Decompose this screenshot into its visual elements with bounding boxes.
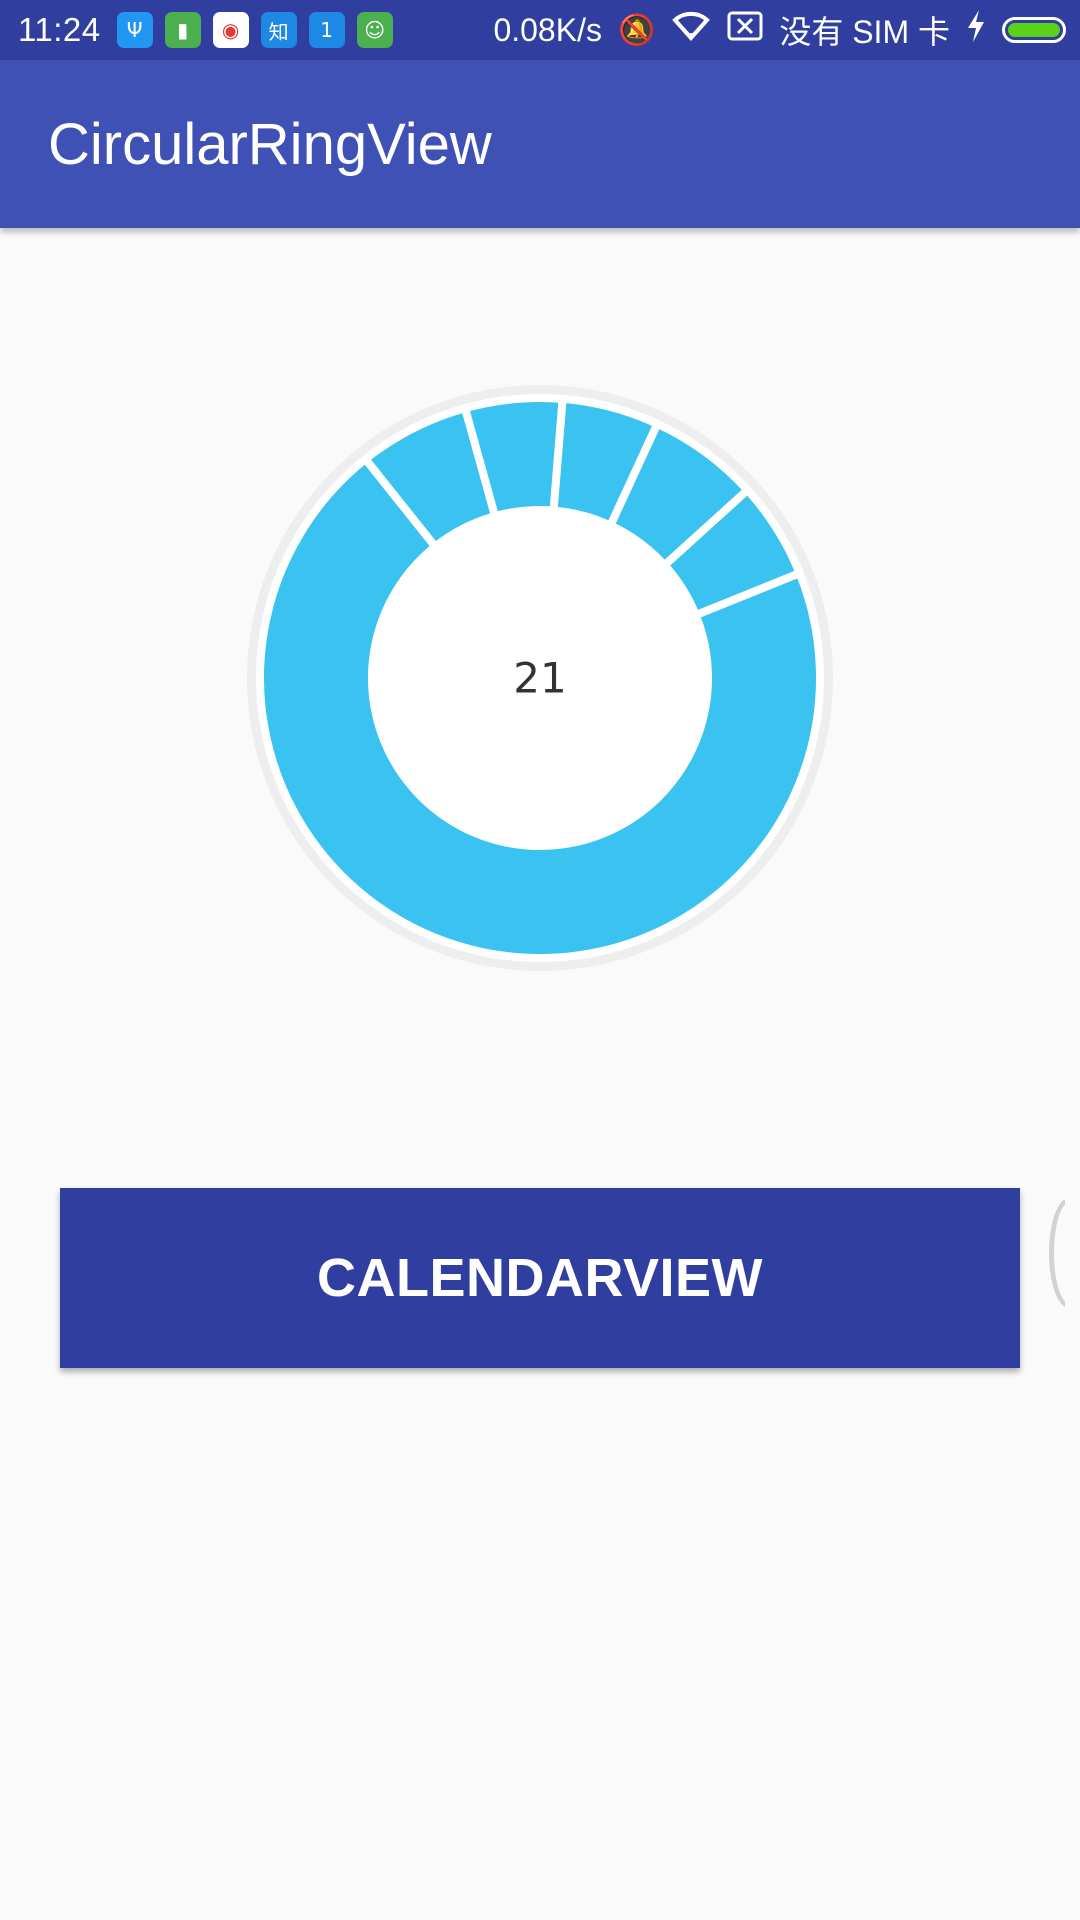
weibo-icon: ◉	[212, 12, 249, 48]
circular-ring-view: 21	[0, 0, 1080, 1920]
ring-center-value: 21	[513, 654, 566, 703]
edge-handle[interactable]	[1049, 1198, 1065, 1308]
status-time: 11:24	[18, 11, 101, 48]
android-app-icon: ☺	[356, 12, 393, 48]
calendar-app-icon: 1	[308, 12, 345, 48]
wifi-icon	[671, 10, 711, 50]
notification-icons: Ψ ▮ ◉ 知 1 ☺	[116, 12, 393, 48]
app-bar: CircularRingView	[0, 60, 1080, 228]
app-title: CircularRingView	[48, 111, 492, 177]
no-sim-icon	[727, 11, 763, 49]
no-sim-text: 没有 SIM 卡	[779, 14, 950, 50]
usb-icon: Ψ	[116, 12, 153, 48]
status-right: 0.08K/s 🔕 没有 SIM 卡	[493, 7, 1066, 53]
status-bar: 11:24 Ψ ▮ ◉ 知 1 ☺ 0.08K/s 🔕 没有 SIM 卡	[0, 0, 1080, 60]
battery-fill	[1008, 23, 1060, 37]
battery-icon	[1002, 17, 1066, 43]
calendar-view-button[interactable]: CALENDARVIEW	[60, 1188, 1020, 1368]
ring-svg: 21	[247, 385, 833, 971]
mute-icon: 🔕	[617, 12, 656, 48]
charging-icon	[966, 10, 986, 50]
zhihu-icon: 知	[260, 12, 297, 48]
battery-app-icon: ▮	[164, 12, 201, 48]
net-speed: 0.08K/s	[493, 11, 602, 48]
